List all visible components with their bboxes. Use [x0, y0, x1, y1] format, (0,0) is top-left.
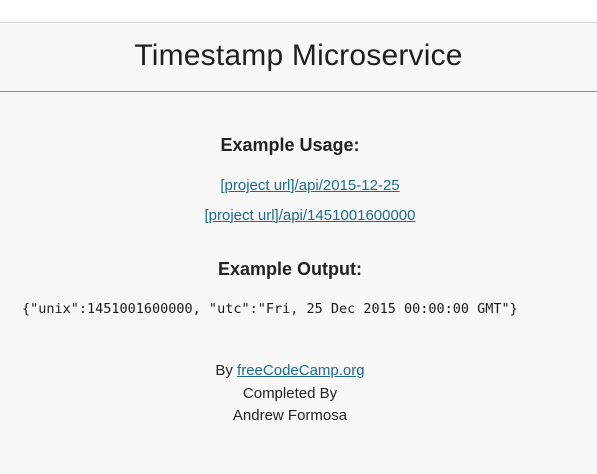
page-header: Timestamp Microservice	[0, 23, 597, 92]
example-usage-heading: Example Usage:	[220, 135, 360, 155]
example-output-heading: Example Output:	[217, 259, 362, 279]
footer-author: Andrew Formosa	[232, 407, 348, 424]
top-bar	[0, 0, 597, 23]
footer-by-prefix: By	[215, 362, 238, 379]
example-link-row-unix: [project url]/api/1451001600000	[0, 207, 597, 224]
freecodecamp-link[interactable]: freeCodeCamp.org	[237, 362, 365, 379]
example-link-date[interactable]: [project url]/api/2015-12-25	[220, 177, 399, 194]
footer-completed-by: Completed By	[242, 385, 338, 402]
example-output-code: {"unix":1451001600000, "utc":"Fri, 25 De…	[22, 301, 518, 317]
example-link-row-date: [project url]/api/2015-12-25	[0, 177, 597, 194]
footer-by-line: By freeCodeCamp.org	[0, 362, 580, 379]
page-title: Timestamp Microservice	[134, 39, 463, 72]
example-link-unix[interactable]: [project url]/api/1451001600000	[205, 207, 416, 224]
